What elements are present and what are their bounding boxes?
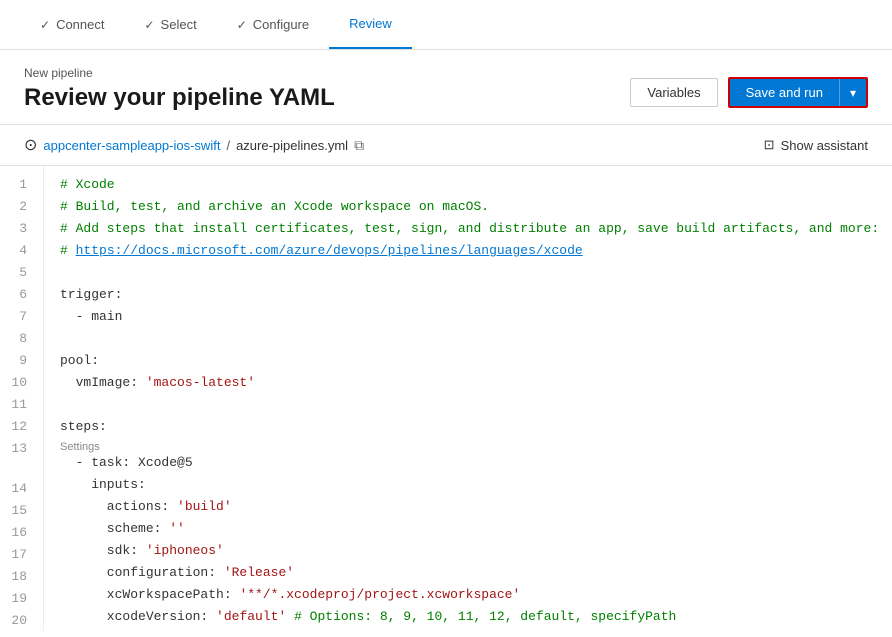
top-nav: ✓ Connect ✓ Select ✓ Configure Review xyxy=(0,0,892,50)
code-line: configuration: 'Release' xyxy=(60,562,876,584)
header-right: Variables Save and run ▾ xyxy=(630,77,868,112)
code-line: scheme: '' xyxy=(60,518,876,540)
line-number: 11 xyxy=(8,394,27,416)
code-area[interactable]: 123456789101112131415161718192021 # Xcod… xyxy=(0,166,892,631)
line-number: 4 xyxy=(8,240,27,262)
line-number: 14 xyxy=(8,478,27,500)
line-number: 20 xyxy=(8,610,27,631)
code-line: actions: 'build' xyxy=(60,496,876,518)
line-number: 9 xyxy=(8,350,27,372)
line-number: 10 xyxy=(8,372,27,394)
configure-check-icon: ✓ xyxy=(237,18,247,32)
line-number: 6 xyxy=(8,284,27,306)
variables-button[interactable]: Variables xyxy=(630,78,717,107)
code-line xyxy=(60,262,876,284)
line-number: 8 xyxy=(8,328,27,350)
code-line: - main xyxy=(60,306,876,328)
code-line: - task: Xcode@5 xyxy=(60,452,876,474)
header-left: New pipeline Review your pipeline YAML xyxy=(24,66,335,112)
select-check-icon: ✓ xyxy=(144,18,154,32)
code-content[interactable]: # Xcode# Build, test, and archive an Xco… xyxy=(44,166,892,631)
github-icon: ⊙ xyxy=(24,135,37,155)
code-line xyxy=(60,394,876,416)
code-line: vmImage: 'macos-latest' xyxy=(60,372,876,394)
copy-icon[interactable]: ⧉ xyxy=(354,137,364,154)
line-numbers: 123456789101112131415161718192021 xyxy=(0,166,44,631)
line-number: 7 xyxy=(8,306,27,328)
pipeline-title: Review your pipeline YAML xyxy=(24,84,335,112)
repo-link[interactable]: appcenter-sampleapp-ios-swift xyxy=(43,138,220,153)
tab-connect[interactable]: ✓ Connect xyxy=(20,0,124,49)
line-number: 16 xyxy=(8,522,27,544)
code-line: sdk: 'iphoneos' xyxy=(60,540,876,562)
line-number: 5 xyxy=(8,262,27,284)
header-section: New pipeline Review your pipeline YAML V… xyxy=(0,50,892,125)
tab-select[interactable]: ✓ Select xyxy=(124,0,216,49)
code-line xyxy=(60,328,876,350)
code-line: steps: xyxy=(60,416,876,438)
code-line: inputs: xyxy=(60,474,876,496)
tab-configure[interactable]: ✓ Configure xyxy=(217,0,329,49)
save-run-dropdown-button[interactable]: ▾ xyxy=(839,79,866,106)
filepath-left: ⊙ appcenter-sampleapp-ios-swift / azure-… xyxy=(24,135,364,155)
code-line xyxy=(60,628,876,631)
line-number: 12 xyxy=(8,416,27,438)
tab-select-label: Select xyxy=(161,17,197,32)
line-number: 17 xyxy=(8,544,27,566)
tab-review-label: Review xyxy=(349,16,392,31)
save-run-group: Save and run ▾ xyxy=(728,77,868,108)
line-number: 13 xyxy=(8,438,27,460)
code-line: # Build, test, and archive an Xcode work… xyxy=(60,196,876,218)
show-assistant-label: Show assistant xyxy=(781,138,868,153)
show-assistant-button[interactable]: ⊡ Show assistant xyxy=(764,137,868,153)
code-line: pool: xyxy=(60,350,876,372)
filename: azure-pipelines.yml xyxy=(236,138,348,153)
filepath-separator: / xyxy=(226,138,230,153)
assistant-icon: ⊡ xyxy=(764,137,775,153)
save-and-run-button[interactable]: Save and run xyxy=(730,79,839,106)
tab-connect-label: Connect xyxy=(56,17,104,32)
tab-configure-label: Configure xyxy=(253,17,309,32)
connect-check-icon: ✓ xyxy=(40,18,50,32)
line-number: 19 xyxy=(8,588,27,610)
line-number: 3 xyxy=(8,218,27,240)
tab-review[interactable]: Review xyxy=(329,0,412,49)
code-line: # Xcode xyxy=(60,174,876,196)
code-line: # Add steps that install certificates, t… xyxy=(60,218,876,240)
line-number: 2 xyxy=(8,196,27,218)
code-line: # https://docs.microsoft.com/azure/devop… xyxy=(60,240,876,262)
code-line: xcWorkspacePath: '**/*.xcodeproj/project… xyxy=(60,584,876,606)
code-line: xcodeVersion: 'default' # Options: 8, 9,… xyxy=(60,606,876,628)
code-line: trigger: xyxy=(60,284,876,306)
line-number: 18 xyxy=(8,566,27,588)
line-number: 1 xyxy=(8,174,27,196)
filepath-row: ⊙ appcenter-sampleapp-ios-swift / azure-… xyxy=(0,125,892,166)
line-number: 15 xyxy=(8,500,27,522)
pipeline-label: New pipeline xyxy=(24,66,335,80)
